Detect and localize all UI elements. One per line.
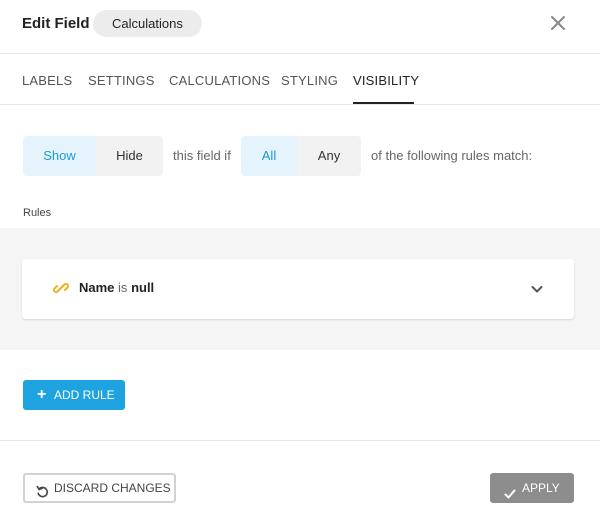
undo-icon (36, 481, 49, 498)
tab-styling[interactable]: STYLING (281, 73, 338, 88)
rule-field: Name (79, 280, 115, 295)
match-all-button[interactable]: All (241, 136, 297, 176)
footer-divider (0, 440, 600, 441)
tab-calculations[interactable]: CALCULATIONS (169, 73, 270, 88)
show-toggle-button[interactable]: Show (23, 136, 96, 176)
rule-operator: is (118, 280, 128, 295)
match-any-button[interactable]: Any (297, 136, 361, 176)
close-icon[interactable] (549, 14, 567, 32)
tab-settings[interactable]: SETTINGS (88, 73, 155, 88)
visibility-condition-row: Show Hide this field if All Any of the f… (0, 136, 600, 176)
plus-icon: + (37, 386, 47, 403)
condition-tail-text: of the following rules match: (371, 148, 533, 163)
tab-labels[interactable]: LABELS (22, 73, 72, 88)
apply-button[interactable]: APPLY (490, 473, 574, 503)
dialog-header: Edit Field Calculations (0, 0, 600, 54)
chevron-down-icon[interactable] (530, 282, 544, 296)
rule-value: null (131, 280, 155, 295)
condition-mid-text: this field if (173, 148, 231, 163)
tab-visibility[interactable]: VISIBILITY (353, 73, 419, 88)
dialog-title: Edit Field (22, 15, 90, 32)
active-tab-indicator (353, 102, 414, 104)
rules-list: Name is null (0, 228, 600, 350)
discard-label: DISCARD CHANGES (54, 481, 171, 495)
discard-changes-button[interactable]: DISCARD CHANGES (23, 473, 176, 503)
tab-bar: LABELS SETTINGS CALCULATIONS STYLING VIS… (0, 54, 600, 105)
add-rule-button[interactable]: + ADD RULE (23, 380, 125, 410)
field-type-badge: Calculations (93, 10, 202, 37)
add-rule-label: ADD RULE (54, 388, 115, 402)
link-icon (52, 280, 70, 296)
rules-section-label: Rules (23, 207, 52, 219)
apply-label: APPLY (522, 481, 560, 495)
hide-toggle-button[interactable]: Hide (96, 136, 163, 176)
rule-item[interactable]: Name is null (22, 259, 574, 319)
rule-summary: Name is null (79, 280, 154, 295)
check-icon (504, 481, 516, 499)
